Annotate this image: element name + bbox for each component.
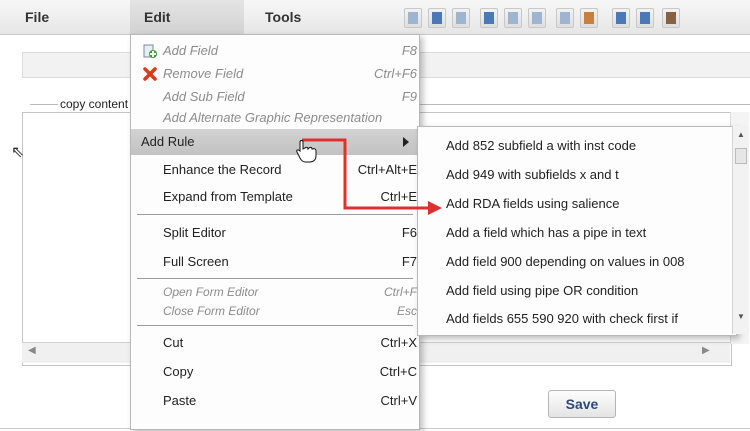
open-form-editor-shortcut: Ctrl+F: [384, 285, 417, 299]
remove-field-shortcut: Ctrl+F6: [374, 66, 417, 81]
menu-separator: [137, 325, 413, 327]
close-form-editor-label: Close Form Editor: [163, 304, 260, 318]
menu-item-add-field[interactable]: Add Field F8: [131, 39, 419, 63]
copy-shortcut: Ctrl+C: [379, 364, 417, 379]
menu-item-expand-template[interactable]: Expand from Template Ctrl+E: [131, 185, 419, 209]
save-button[interactable]: Save: [548, 390, 616, 418]
split-editor-shortcut: F6: [401, 225, 417, 240]
rule-item[interactable]: Add fields 655 590 920 with check first …: [446, 311, 678, 326]
menu-item-close-form-editor[interactable]: Close Form Editor Esc: [131, 303, 419, 323]
rule-item[interactable]: Add 949 with subfields x and t: [446, 167, 619, 182]
scroll-down-icon[interactable]: ▼: [737, 312, 745, 321]
save-icon[interactable]: [428, 8, 446, 28]
paste-shortcut: Ctrl+V: [380, 393, 417, 408]
copy-label: Copy: [163, 364, 194, 379]
full-screen-shortcut: F7: [401, 254, 417, 269]
enhance-record-label: Enhance the Record: [163, 162, 282, 177]
rule-item[interactable]: Add 852 subfield a with inst code: [446, 138, 636, 153]
new-record-icon[interactable]: [404, 8, 422, 28]
open-form-editor-label: Open Form Editor: [163, 285, 259, 299]
rule-item[interactable]: Add field 900 depending on values in 008: [446, 254, 685, 269]
scroll-up-icon[interactable]: ▲: [737, 130, 745, 139]
briefcase-icon[interactable]: [580, 8, 598, 28]
remove-icon: [143, 67, 157, 81]
menu-item-add-rule[interactable]: Add Rule: [131, 129, 419, 155]
copy-content-label: copy content: [58, 97, 130, 111]
menu-item-enhance-record[interactable]: Enhance the Record Ctrl+Alt+E: [131, 158, 419, 182]
add-sub-field-shortcut: F9: [401, 89, 417, 104]
full-screen-label: Full Screen: [163, 254, 229, 269]
submenu-scrollbar[interactable]: ▲ ▼: [732, 126, 749, 334]
menu-tools[interactable]: Tools: [265, 9, 301, 25]
close-form-editor-shortcut: Esc: [396, 304, 417, 318]
menu-item-split-editor[interactable]: Split Editor F6: [131, 221, 419, 245]
rule-item[interactable]: Add a field which has a pipe in text: [446, 225, 646, 240]
expand-template-shortcut: Ctrl+E: [380, 189, 417, 204]
menu-separator: [137, 214, 413, 216]
expand-icon[interactable]: [612, 8, 630, 28]
scrollbar-thumb[interactable]: [735, 148, 747, 164]
submenu-arrow-icon: [403, 137, 409, 147]
menu-item-full-screen[interactable]: Full Screen F7: [131, 250, 419, 274]
cut-label: Cut: [163, 335, 184, 350]
copy-icon[interactable]: [528, 8, 546, 28]
menu-edit[interactable]: Edit: [130, 0, 244, 34]
menu-item-copy[interactable]: Copy Ctrl+C: [131, 360, 419, 384]
rule-item[interactable]: Add RDA fields using salience: [446, 196, 619, 211]
add-sub-field-label: Add Sub Field: [163, 89, 245, 104]
add-rule-label: Add Rule: [141, 134, 195, 149]
enhance-record-shortcut: Ctrl+Alt+E: [357, 162, 417, 177]
menubar: File Edit Tools: [0, 0, 750, 35]
rule-item[interactable]: Add field using pipe OR condition: [446, 283, 638, 298]
add-rule-submenu: Add 852 subfield a with inst code Add 94…: [417, 126, 737, 336]
add-field-shortcut: F8: [401, 43, 417, 58]
add-field-icon: [143, 44, 157, 58]
mouse-pointer-icon: ⇖: [11, 144, 25, 161]
scroll-right-icon[interactable]: ▶: [702, 345, 710, 356]
remove-field-label: Remove Field: [163, 66, 244, 81]
cart-icon[interactable]: [452, 8, 470, 28]
add-alternate-label: Add Alternate Graphic Representation: [163, 110, 383, 125]
fullscreen-icon[interactable]: [636, 8, 654, 28]
delete-icon[interactable]: [662, 8, 680, 28]
split-editor-label: Split Editor: [163, 225, 226, 240]
expand-template-label: Expand from Template: [163, 189, 293, 204]
clipboard-paste-icon[interactable]: [556, 8, 574, 28]
menu-edit-label: Edit: [144, 9, 171, 25]
clipboard-icon[interactable]: [504, 8, 522, 28]
export-icon[interactable]: [480, 8, 498, 28]
edit-menu: Add Field F8 Remove Field Ctrl+F6 Add Su…: [130, 34, 420, 430]
menu-item-paste[interactable]: Paste Ctrl+V: [131, 389, 419, 413]
cut-shortcut: Ctrl+X: [380, 335, 417, 350]
menu-separator: [137, 278, 413, 280]
add-field-label: Add Field: [163, 43, 218, 58]
menu-item-add-alternate-graphic[interactable]: Add Alternate Graphic Representation: [131, 106, 419, 130]
menu-item-cut[interactable]: Cut Ctrl+X: [131, 331, 419, 355]
menu-item-remove-field[interactable]: Remove Field Ctrl+F6: [131, 62, 419, 86]
menu-item-open-form-editor[interactable]: Open Form Editor Ctrl+F: [131, 284, 419, 304]
paste-label: Paste: [163, 393, 197, 408]
menu-file[interactable]: File: [25, 9, 49, 25]
scroll-left-icon[interactable]: ◀: [28, 345, 36, 356]
